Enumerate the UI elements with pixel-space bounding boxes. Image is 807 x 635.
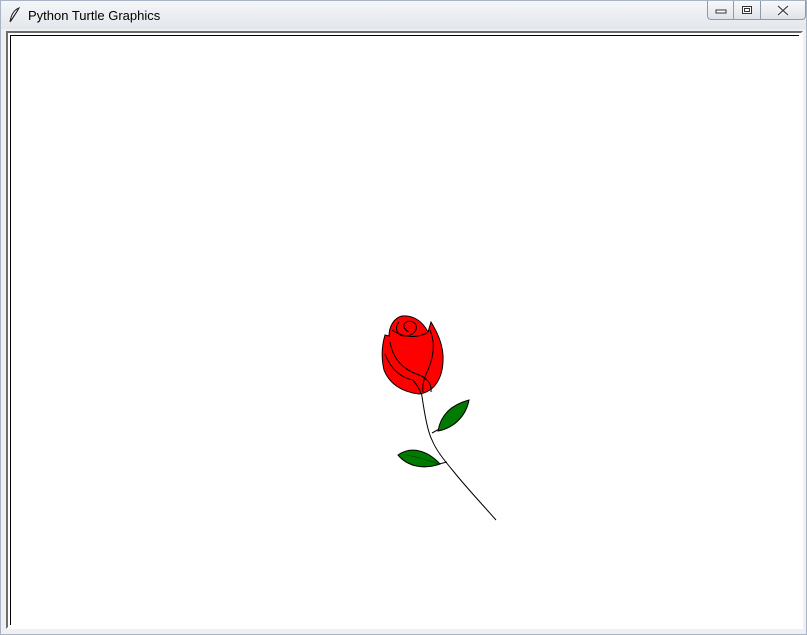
minimize-icon xyxy=(715,9,726,14)
upper-leaf xyxy=(437,399,470,432)
rose-head xyxy=(381,315,444,395)
rose-drawing xyxy=(381,315,497,521)
close-button[interactable] xyxy=(761,1,806,20)
feather-icon xyxy=(9,7,21,23)
lower-leaf xyxy=(397,449,441,468)
title-bar[interactable]: Python Turtle Graphics xyxy=(1,1,806,29)
close-icon xyxy=(776,4,790,16)
window-controls xyxy=(707,1,806,21)
minimize-button[interactable] xyxy=(707,1,734,20)
turtle-window: Python Turtle Graphics xyxy=(0,0,807,635)
client-area xyxy=(6,31,803,629)
window-title: Python Turtle Graphics xyxy=(28,8,161,23)
maximize-button[interactable] xyxy=(734,1,761,20)
turtle-canvas[interactable] xyxy=(10,35,799,625)
turtle-canvas-frame xyxy=(6,31,803,629)
maximize-icon xyxy=(742,6,752,14)
